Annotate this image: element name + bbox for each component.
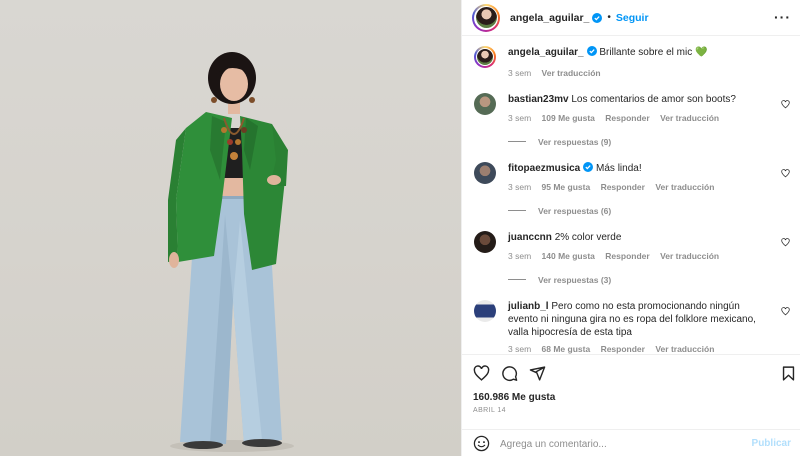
post-side-panel: angela_aguilar_ • Seguir ··· angela_agui… bbox=[461, 0, 800, 456]
comment-body: julianb_l Pero como no esta promocionand… bbox=[508, 300, 762, 339]
commenter-avatar[interactable] bbox=[474, 300, 496, 322]
view-replies-label[interactable]: Ver respuestas (6) bbox=[538, 206, 611, 216]
comment-likes[interactable]: 95 Me gusta bbox=[542, 182, 591, 192]
caption-text: Brillante sobre el mic bbox=[599, 47, 693, 58]
comment-time[interactable]: 3 sem bbox=[508, 344, 531, 354]
view-replies-button[interactable]: Ver respuestas (9) bbox=[508, 137, 611, 147]
comment-input[interactable] bbox=[500, 434, 740, 454]
post-photo bbox=[0, 0, 461, 456]
comment-body: fitopaezmusica Más linda! bbox=[508, 162, 762, 175]
comment-text: Más linda! bbox=[596, 163, 642, 174]
view-replies-button[interactable]: Ver respuestas (6) bbox=[508, 206, 611, 216]
more-options-icon[interactable]: ··· bbox=[774, 10, 791, 24]
comment-likes[interactable]: 140 Me gusta bbox=[542, 251, 595, 261]
commenter-avatar[interactable] bbox=[474, 93, 496, 115]
emoji-icon[interactable] bbox=[473, 435, 490, 452]
share-icon[interactable] bbox=[529, 365, 546, 382]
author-avatar-small[interactable] bbox=[474, 46, 496, 68]
comment-meta: 3 sem 68 Me gusta Responder Ver traducci… bbox=[508, 344, 722, 354]
comment-translate-link[interactable]: Ver traducción bbox=[660, 113, 719, 123]
comment-reply-button[interactable]: Responder bbox=[601, 182, 645, 192]
bookmark-icon[interactable] bbox=[780, 365, 797, 382]
post-actions: 160.986 Me gusta ABRIL 14 bbox=[462, 354, 800, 429]
post-date[interactable]: ABRIL 14 bbox=[473, 407, 506, 414]
verified-badge-icon bbox=[583, 162, 594, 172]
comment-like-heart-icon[interactable] bbox=[781, 238, 790, 247]
comment-meta: 3 sem 95 Me gusta Responder Ver traducci… bbox=[508, 182, 722, 192]
caption-emoji: 💚 bbox=[694, 47, 708, 58]
caption-body: angela_aguilar_ Brillante sobre el mic 💚 bbox=[508, 46, 762, 59]
replies-divider bbox=[508, 210, 526, 211]
comment-likes[interactable]: 109 Me gusta bbox=[542, 113, 595, 123]
comment-body: bastian23mv Los comentarios de amor son … bbox=[508, 93, 762, 106]
comment-meta: 3 sem 109 Me gusta Responder Ver traducc… bbox=[508, 113, 727, 123]
comment-like-heart-icon[interactable] bbox=[781, 307, 790, 316]
commenter-avatar[interactable] bbox=[474, 162, 496, 184]
caption-meta: 3 sem Ver traducción bbox=[508, 68, 609, 78]
comment-username[interactable]: julianb_l bbox=[508, 301, 549, 312]
comment-like-heart-icon[interactable] bbox=[781, 169, 790, 178]
comment-translate-link[interactable]: Ver traducción bbox=[655, 182, 714, 192]
comment-username[interactable]: juancсnn bbox=[508, 232, 552, 243]
post-header: angela_aguilar_ • Seguir ··· bbox=[462, 0, 800, 36]
commenter-avatar[interactable] bbox=[474, 231, 496, 253]
caption-translate-link[interactable]: Ver traducción bbox=[542, 68, 601, 78]
view-replies-label[interactable]: Ver respuestas (3) bbox=[538, 275, 611, 285]
comment-reply-button[interactable]: Responder bbox=[605, 251, 649, 261]
comment-time[interactable]: 3 sem bbox=[508, 113, 531, 123]
comment-meta: 3 sem 140 Me gusta Responder Ver traducc… bbox=[508, 251, 727, 261]
comment-text: 2% color verde bbox=[554, 232, 622, 243]
photo-illustration bbox=[168, 52, 294, 452]
comment-body: juancсnn 2% color verde bbox=[508, 231, 762, 244]
comment-reply-button[interactable]: Responder bbox=[605, 113, 649, 123]
comment-reply-button[interactable]: Responder bbox=[601, 344, 645, 354]
verified-badge-icon bbox=[586, 46, 597, 56]
follow-button[interactable]: Seguir bbox=[616, 12, 649, 24]
comment-username[interactable]: fitopaezmusica bbox=[508, 163, 580, 174]
caption-time[interactable]: 3 sem bbox=[508, 68, 531, 78]
comment-likes[interactable]: 68 Me gusta bbox=[542, 344, 591, 354]
comments-list[interactable]: angela_aguilar_ Brillante sobre el mic 💚… bbox=[462, 36, 800, 354]
view-replies-button[interactable]: Ver respuestas (3) bbox=[508, 275, 611, 285]
comment-translate-link[interactable]: Ver traducción bbox=[660, 251, 719, 261]
verified-badge-icon bbox=[592, 12, 603, 23]
likes-count[interactable]: 160.986 Me gusta bbox=[473, 392, 555, 403]
comment-text: Los comentarios de amor son boots? bbox=[571, 94, 736, 105]
publish-button[interactable]: Publicar bbox=[752, 438, 791, 449]
comment-translate-link[interactable]: Ver traducción bbox=[655, 344, 714, 354]
comment-composer: Publicar bbox=[462, 429, 800, 456]
replies-divider bbox=[508, 141, 526, 142]
author-avatar[interactable] bbox=[472, 3, 500, 32]
comment-time[interactable]: 3 sem bbox=[508, 182, 531, 192]
comment-username[interactable]: bastian23mv bbox=[508, 94, 569, 105]
heart-icon[interactable] bbox=[473, 365, 490, 382]
view-replies-label[interactable]: Ver respuestas (9) bbox=[538, 137, 611, 147]
author-username[interactable]: angela_aguilar_ bbox=[510, 12, 589, 24]
separator-dot: • bbox=[607, 12, 611, 23]
replies-divider bbox=[508, 279, 526, 280]
comment-like-heart-icon[interactable] bbox=[781, 100, 790, 109]
comment-time[interactable]: 3 sem bbox=[508, 251, 531, 261]
instagram-post-modal: angela_aguilar_ • Seguir ··· angela_agui… bbox=[0, 0, 800, 456]
comment-icon[interactable] bbox=[501, 365, 518, 382]
caption-username[interactable]: angela_aguilar_ bbox=[508, 47, 584, 58]
